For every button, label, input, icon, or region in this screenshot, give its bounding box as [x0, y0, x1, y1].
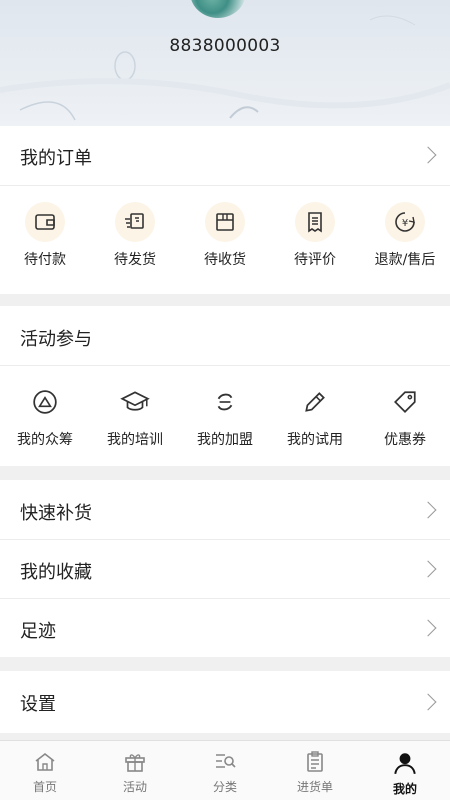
activity-crowdfunding[interactable]: 我的众筹	[0, 382, 90, 449]
tab-activity[interactable]: 活动	[90, 741, 180, 800]
activity-trial[interactable]: 我的试用	[270, 382, 360, 449]
chevron-right-icon	[419, 560, 437, 578]
favorites-row[interactable]: 我的收藏	[0, 540, 450, 598]
order-status-pending-payment[interactable]: 待付款	[0, 202, 90, 269]
tab-home[interactable]: 首页	[0, 741, 90, 800]
home-icon	[35, 752, 55, 771]
package-icon	[205, 202, 245, 242]
tab-label: 分类	[212, 780, 237, 794]
activity-label: 优惠券	[384, 432, 426, 448]
activity-title: 活动参与	[20, 329, 92, 350]
activity-label: 我的众筹	[17, 432, 73, 448]
tab-label: 进货单	[296, 780, 333, 794]
chevron-right-icon	[419, 146, 437, 164]
order-status-to-ship[interactable]: 待发货	[90, 202, 180, 269]
footprints-label: 足迹	[20, 621, 56, 642]
my-orders-title: 我的订单	[20, 148, 92, 169]
divider	[0, 365, 450, 366]
tab-mine[interactable]: 我的	[360, 741, 450, 800]
activity-training[interactable]: 我的培训	[90, 382, 180, 449]
menu-card: 快速补货 我的收藏 足迹	[0, 480, 450, 657]
order-status-label: 待收货	[204, 252, 246, 268]
restock-row[interactable]: 快速补货	[0, 480, 450, 539]
join-icon	[205, 382, 245, 422]
favorites-label: 我的收藏	[20, 562, 92, 583]
svg-text:¥: ¥	[402, 218, 408, 229]
order-status-label: 待付款	[24, 252, 66, 268]
gift-icon	[125, 754, 145, 772]
yen-refund-icon: ¥	[385, 202, 425, 242]
clipboard-icon	[307, 751, 323, 772]
activity-card: 活动参与 我的众筹 我的培训 我的加盟 我的试用 优惠券	[0, 306, 450, 466]
orders-card: 我的订单 待付款 待发货 待收货 待评价 ¥ 退款/售后	[0, 126, 450, 294]
order-status-label: 待发货	[114, 252, 156, 268]
activity-coupons[interactable]: 优惠券	[360, 382, 450, 449]
activity-label: 我的加盟	[197, 432, 253, 448]
tab-category[interactable]: 分类	[180, 741, 270, 800]
activity-list: 我的众筹 我的培训 我的加盟 我的试用 优惠券	[0, 382, 450, 449]
activity-label: 我的试用	[287, 432, 343, 448]
order-status-list: 待付款 待发货 待收货 待评价 ¥ 退款/售后	[0, 202, 450, 269]
order-status-refund[interactable]: ¥ 退款/售后	[360, 202, 450, 269]
tab-label: 活动	[122, 780, 147, 794]
chevron-right-icon	[419, 501, 437, 519]
tag-icon	[385, 382, 425, 422]
phone-number: 8838000003	[169, 36, 281, 56]
profile-header: 8838000003	[0, 0, 450, 126]
restock-label: 快速补货	[20, 503, 92, 524]
pencil-icon	[295, 382, 335, 422]
receipt-icon	[295, 202, 335, 242]
activity-franchise[interactable]: 我的加盟	[180, 382, 270, 449]
settings-row[interactable]: 设置	[0, 671, 450, 733]
order-status-label: 退款/售后	[374, 252, 436, 268]
order-status-to-receive[interactable]: 待收货	[180, 202, 270, 269]
crowdfund-icon	[25, 382, 65, 422]
tab-label: 首页	[32, 780, 57, 794]
my-orders-row[interactable]: 我的订单	[0, 126, 450, 185]
chevron-right-icon	[419, 619, 437, 637]
delivery-icon	[115, 202, 155, 242]
order-status-label: 待评价	[294, 252, 336, 268]
divider	[0, 185, 450, 186]
wallet-icon	[25, 202, 65, 242]
bottom-tab-bar: 首页 活动 分类 进货单 我的	[0, 740, 450, 800]
order-status-to-review[interactable]: 待评价	[270, 202, 360, 269]
settings-label: 设置	[20, 694, 56, 715]
header-background-texture	[0, 15, 450, 121]
chevron-right-icon	[419, 693, 437, 711]
category-search-icon	[216, 754, 236, 768]
activity-label: 我的培训	[107, 432, 163, 448]
tab-label: 我的	[392, 782, 417, 796]
tab-purchase-list[interactable]: 进货单	[270, 741, 360, 800]
footprints-row[interactable]: 足迹	[0, 599, 450, 657]
user-icon	[394, 753, 416, 775]
graduation-cap-icon	[115, 382, 155, 422]
